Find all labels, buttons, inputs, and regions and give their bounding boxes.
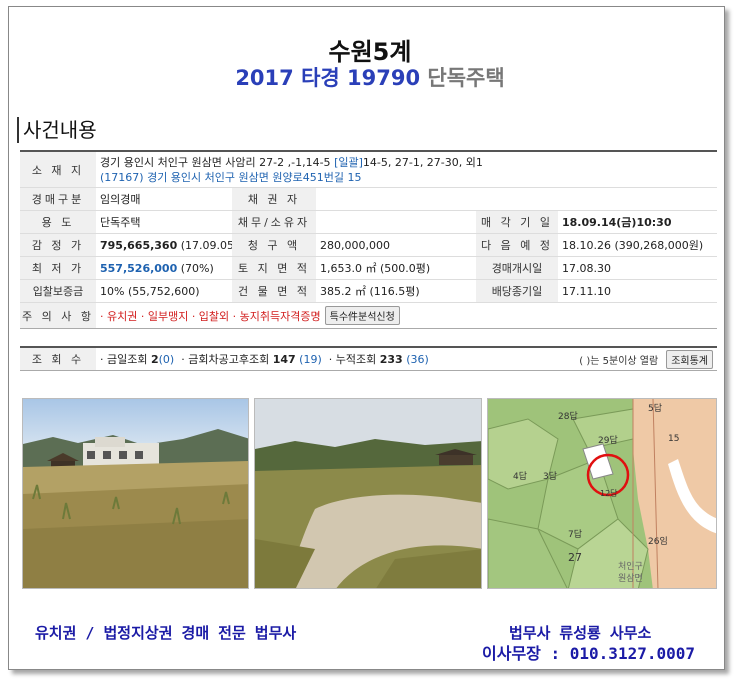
auction-type-row: 경매구분 임의경매 채 권 자 [20, 188, 717, 211]
land-area-label: 토 지 면 적 [232, 257, 316, 279]
recent-paren: (19) [299, 352, 322, 366]
start-date-value: 17.08.30 [562, 261, 611, 275]
views-values: · 금일조회 2 (0) · 금회차공고후조회 147 (19) · 누적조회 2… [96, 348, 717, 370]
deposit-row: 입찰보증금 10% (55,752,600) 건 물 면 적 385.2 ㎡ (… [20, 280, 717, 303]
map-label-7: 7답 [568, 528, 582, 540]
claim-label: 청 구 액 [232, 234, 316, 256]
creditor-value [316, 188, 716, 210]
deadline-label: 배당종기일 [476, 280, 558, 302]
property-type: 단독주택 [427, 66, 505, 90]
map-label-29: 29답 [598, 434, 618, 446]
case-info-table: 소 재 지 경기 용인시 처인구 원삼면 사암리 27-2 ,-1,14-5 [… [20, 150, 717, 329]
deposit-label: 입찰보증금 [20, 280, 96, 302]
today-label: · 금일조회 [100, 353, 148, 366]
notes-text: · 유치권 · 일부맹지 · 입찰외 · 농지취득자격증명 [100, 309, 321, 323]
creditor-label: 채 권 자 [232, 188, 316, 210]
auction-type-label: 경매구분 [20, 188, 96, 210]
total-label: · 누적조회 [328, 353, 377, 366]
usage-value: 단독주택 [100, 216, 141, 229]
house-photo-image [23, 399, 248, 588]
total-paren: (36) [406, 352, 429, 366]
map-label-5: 5답 [648, 402, 662, 414]
auction-type-value: 임의경매 [100, 193, 141, 206]
recent-count: 147 [272, 352, 296, 366]
special-analysis-button[interactable]: 특수件분석신청 [324, 306, 400, 325]
usage-row: 용 도 단독주택 채무/소유자 매 각 기 일 18.09.14(금)10:30 [20, 211, 717, 234]
deposit-value: 10% (55,752,600) [100, 284, 200, 298]
footer-phone: 이사무장 : 010.3127.0007 [482, 644, 696, 663]
cadastral-map[interactable]: 28답 29답 4답 3답 7답 27 26임 15 5답 12답 처인구 원삼… [487, 398, 717, 589]
map-town-2: 원삼면 [618, 573, 643, 584]
notes-label: 주 의 사 항 [20, 303, 96, 328]
map-label-12: 12답 [600, 488, 618, 498]
land-area-value: 1,653.0 ㎡ (500.0평) [320, 262, 431, 275]
map-town-1: 처인구 [618, 560, 643, 572]
total-count: 233 [379, 352, 403, 366]
recent-label: · 금회차공고후조회 [181, 353, 270, 366]
min-price-row: 최 저 가 557,526,000 (70%) 토 지 면 적 1,653.0 … [20, 257, 717, 280]
views-label: 조 회 수 [20, 348, 96, 370]
map-label-15: 15 [668, 434, 679, 444]
map-label-28: 28답 [558, 410, 578, 422]
building-area-value: 385.2 ㎡ (116.5평) [320, 285, 420, 298]
map-label-26: 26임 [648, 535, 668, 547]
case-title: 2017 타경 19790 단독주택 [0, 62, 740, 92]
view-stats-button[interactable]: 조회통계 [666, 349, 713, 369]
sale-date-value: 18.09.14(금)10:30 [562, 216, 672, 229]
address-row: 소 재 지 경기 용인시 처인구 원삼면 사암리 27-2 ,-1,14-5 [… [20, 152, 717, 188]
notes-value: · 유치권 · 일부맹지 · 입찰외 · 농지취득자격증명 특수件분석신청 [96, 303, 400, 328]
cadastral-map-image: 28답 29답 4답 3답 7답 27 26임 15 5답 12답 처인구 원삼… [488, 399, 716, 588]
map-label-27: 27 [568, 551, 582, 564]
claim-value: 280,000,000 [320, 238, 390, 252]
address-label: 소 재 지 [20, 152, 96, 187]
address-line1: 경기 용인시 처인구 원삼면 사암리 27-2 ,-1,14-5 [100, 156, 331, 169]
section-title: 사건내용 [17, 117, 97, 143]
next-label: 다 음 예 정 [476, 234, 558, 256]
view-count-bar: 조 회 수 · 금일조회 2 (0) · 금회차공고후조회 147 (19) · … [20, 346, 717, 371]
min-price-pct: (70%) [180, 261, 214, 275]
debtor-label: 채무/소유자 [232, 211, 316, 233]
address-value: 경기 용인시 처인구 원삼면 사암리 27-2 ,-1,14-5 [일괄]14-… [96, 152, 487, 187]
today-paren: (0) [158, 352, 175, 366]
property-photo-field[interactable] [254, 398, 482, 589]
appraisal-row: 감 정 가 795,665,360 (17.09.05) 청 구 액 280,0… [20, 234, 717, 257]
property-photo-house[interactable] [22, 398, 249, 589]
sale-date-label: 매 각 기 일 [476, 211, 558, 233]
appraisal-label: 감 정 가 [20, 234, 96, 256]
start-date-label: 경매개시일 [476, 257, 558, 279]
building-area-label: 건 물 면 적 [232, 280, 316, 302]
notes-row: 주 의 사 항 · 유치권 · 일부맹지 · 입찰외 · 농지취득자격증명 특수… [20, 303, 717, 328]
usage-label: 용 도 [20, 211, 96, 233]
field-photo-image [255, 399, 481, 588]
appraisal-amount: 795,665,360 [100, 238, 178, 252]
next-value: 18.10.26 (390,268,000원) [562, 239, 704, 252]
map-label-4: 4답 [513, 470, 527, 482]
address-line2[interactable]: (17167) 경기 용인시 처인구 원삼면 원양로451번길 15 [100, 170, 483, 185]
appraisal-date: (17.09.05) [180, 238, 239, 252]
footer-specialty: 유치권 / 법정지상권 경매 전문 법무사 [35, 624, 297, 642]
min-price-value: 557,526,000 (70%) [96, 257, 232, 279]
debtor-value [316, 211, 476, 233]
deadline-value: 17.11.10 [562, 284, 611, 298]
min-price-amount: 557,526,000 [100, 261, 178, 275]
views-note: ( )는 5분이상 열람 [579, 355, 659, 367]
bulk-tag[interactable]: [일괄] [334, 156, 363, 169]
today-count: 2 [150, 352, 159, 366]
map-label-3: 3답 [543, 470, 557, 482]
min-price-label: 최 저 가 [20, 257, 96, 279]
appraisal-value: 795,665,360 (17.09.05) [96, 234, 238, 256]
bulk-list: 14-5, 27-1, 27-30, 외1 [362, 156, 483, 169]
case-number: 2017 타경 19790 [235, 66, 421, 90]
